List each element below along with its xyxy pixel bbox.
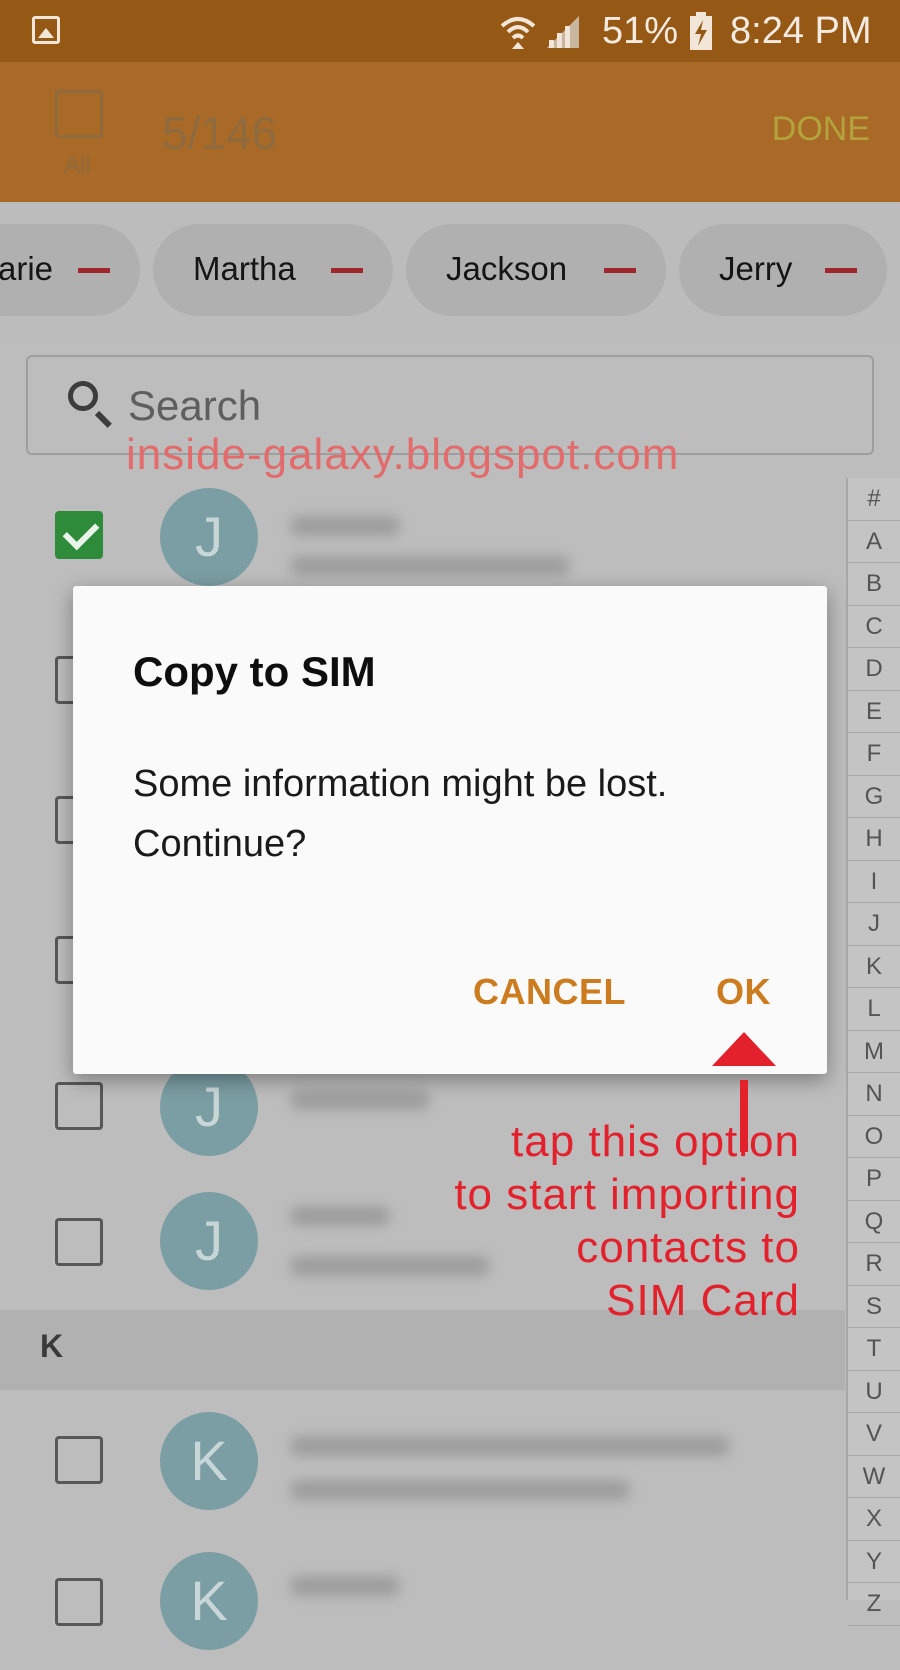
row-checkbox[interactable] <box>55 1082 103 1130</box>
avatar: J <box>160 1192 258 1290</box>
index-letter[interactable]: K <box>848 946 900 988</box>
index-letter[interactable]: P <box>848 1158 900 1201</box>
dialog-message: Some information might be lost. Continue… <box>133 763 668 865</box>
arrow-up-icon <box>712 1032 776 1066</box>
search-placeholder: Search <box>128 382 262 429</box>
contact-name-blurred <box>290 1206 390 1226</box>
index-letter[interactable]: O <box>848 1116 900 1158</box>
index-letter[interactable]: J <box>848 903 900 946</box>
search-icon <box>68 381 98 411</box>
contact-number-blurred <box>290 1480 630 1500</box>
index-letter[interactable]: R <box>848 1243 900 1286</box>
row-checkbox[interactable] <box>55 511 103 559</box>
index-letter[interactable]: V <box>848 1413 900 1456</box>
index-letter[interactable]: # <box>848 478 900 521</box>
chip-1[interactable]: Martha <box>153 224 393 316</box>
contact-name-blurred <box>290 1576 400 1596</box>
chip-name: Jackson <box>446 250 568 287</box>
chip-name: Martha <box>193 250 296 287</box>
row-checkbox[interactable] <box>55 1578 103 1626</box>
contact-row[interactable]: K <box>0 1390 845 1530</box>
done-button[interactable]: DONE <box>772 110 870 149</box>
annotation-line: to start importing <box>454 1170 800 1219</box>
alphabet-index[interactable]: # A B C D E F G H I J K L M N O P Q R S T U V W X Y Z <box>846 478 900 1626</box>
index-letter[interactable]: Z <box>848 1583 900 1626</box>
selected-contacts-bar: arie Martha Jackson Jerry <box>0 202 900 340</box>
remove-icon[interactable] <box>825 268 857 273</box>
annotation-line: contacts to <box>576 1223 800 1272</box>
chip-name: arie <box>0 250 54 287</box>
index-letter[interactable]: W <box>848 1456 900 1498</box>
index-letter[interactable]: B <box>848 563 900 606</box>
signal-icon <box>547 16 579 48</box>
index-letter[interactable]: Q <box>848 1201 900 1243</box>
index-letter[interactable]: I <box>848 861 900 903</box>
copy-to-sim-dialog: Copy to SIM Some information might be lo… <box>73 586 827 1074</box>
index-letter[interactable]: E <box>848 691 900 733</box>
contact-row[interactable]: K <box>0 1530 845 1670</box>
clock: 8:24 PM <box>730 10 872 52</box>
contact-name-blurred <box>290 516 400 536</box>
selection-count: 5/146 <box>162 107 278 159</box>
contact-name-blurred <box>290 1436 730 1456</box>
row-checkbox[interactable] <box>55 1436 103 1484</box>
section-letter: K <box>40 1328 64 1364</box>
battery-charging-icon <box>690 12 712 50</box>
chip-2[interactable]: Jackson <box>406 224 666 316</box>
ok-button[interactable]: OK <box>716 971 771 1013</box>
wifi-icon <box>500 17 536 49</box>
avatar: K <box>160 1552 258 1650</box>
row-checkbox[interactable] <box>55 1218 103 1266</box>
select-all-checkbox[interactable] <box>55 90 103 138</box>
annotation-line: SIM Card <box>606 1276 800 1325</box>
remove-icon[interactable] <box>78 268 110 273</box>
remove-icon[interactable] <box>604 268 636 273</box>
avatar: K <box>160 1412 258 1510</box>
chip-3[interactable]: Jerry <box>679 224 887 316</box>
app-bar: All 5/146 DONE <box>0 62 900 202</box>
select-all-label: All <box>64 152 91 179</box>
avatar: J <box>160 488 258 586</box>
index-letter[interactable]: N <box>848 1073 900 1116</box>
index-letter[interactable]: S <box>848 1286 900 1328</box>
index-letter[interactable]: T <box>848 1328 900 1371</box>
index-letter[interactable]: H <box>848 818 900 861</box>
index-letter[interactable]: X <box>848 1498 900 1541</box>
index-letter[interactable]: F <box>848 733 900 776</box>
dialog-title: Copy to SIM <box>133 648 376 695</box>
index-letter[interactable]: G <box>848 776 900 818</box>
index-letter[interactable]: M <box>848 1031 900 1073</box>
contact-name-blurred <box>290 1090 430 1110</box>
gallery-icon <box>32 16 60 44</box>
chip-0[interactable]: arie <box>0 224 140 316</box>
index-letter[interactable]: C <box>848 606 900 648</box>
chip-name: Jerry <box>719 250 793 287</box>
index-letter[interactable]: D <box>848 648 900 691</box>
index-letter[interactable]: U <box>848 1371 900 1413</box>
annotation-line: tap this option <box>511 1117 800 1166</box>
index-letter[interactable]: L <box>848 988 900 1031</box>
index-letter[interactable]: Y <box>848 1541 900 1583</box>
index-letter[interactable]: A <box>848 521 900 563</box>
remove-icon[interactable] <box>331 268 363 273</box>
contact-number-blurred <box>290 556 570 576</box>
cancel-button[interactable]: CANCEL <box>473 971 626 1013</box>
status-bar: 51% 8:24 PM <box>0 0 900 62</box>
battery-percent: 51% <box>602 10 679 52</box>
annotation-text: tap this option to start importing conta… <box>454 1115 800 1327</box>
